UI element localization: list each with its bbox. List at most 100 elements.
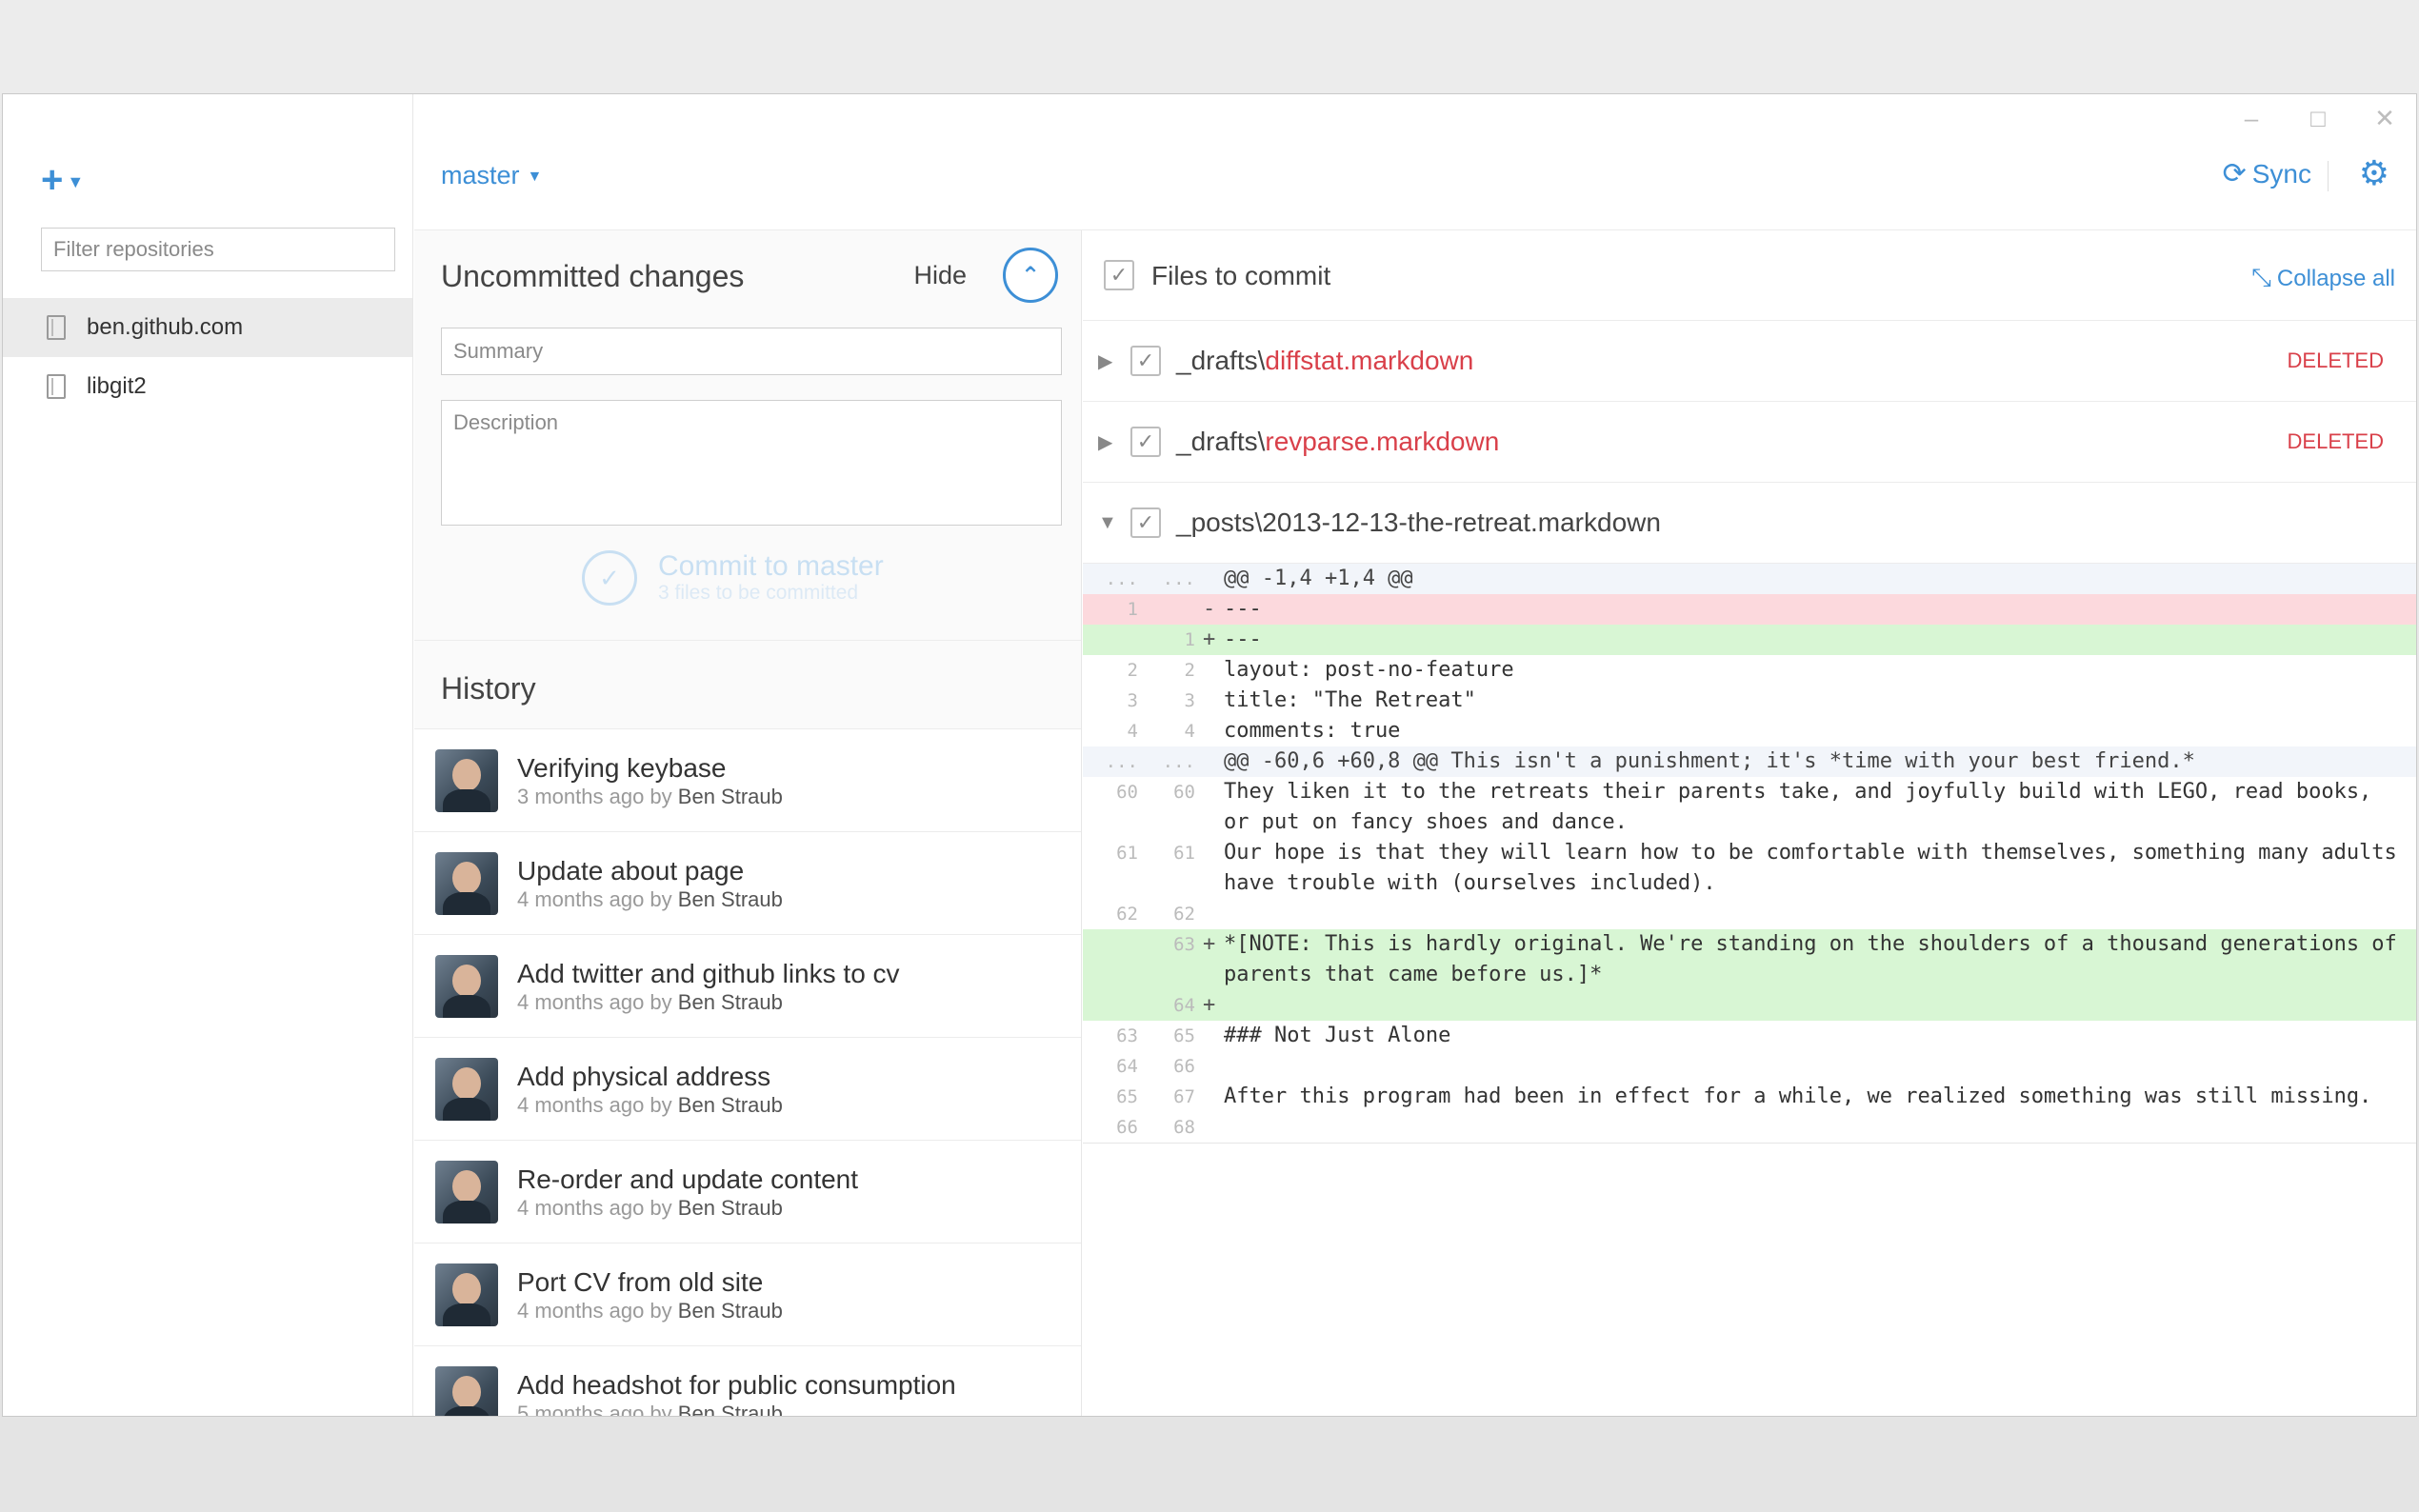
diff-marker: - [1203,597,1216,621]
diff-code: layout: post-no-feature [1224,658,1514,682]
history-text: Re-order and update content 4 months ago … [517,1164,858,1221]
commit-author: Ben Straub [677,1401,783,1417]
old-line-number [1083,929,1140,990]
branch-selector[interactable]: master ▼ [441,161,542,190]
new-line-number: ... [1162,568,1195,589]
old-line-number [1083,990,1140,1021]
checkmark-icon: ✓ [1136,348,1155,372]
hide-button-label[interactable]: Hide [913,261,967,290]
history-text: Add headshot for public consumption 5 mon… [517,1369,956,1417]
add-repository-button[interactable]: + ▼ [41,159,84,202]
file-row[interactable]: ▶ ✓ _drafts\revparse.markdown DELETED [1083,402,2416,483]
checkmark-icon: ✓ [1110,263,1129,287]
repository-item[interactable]: ben.github.com [3,298,412,357]
description-input[interactable] [441,400,1062,526]
old-line-number: 61 [1116,843,1138,864]
triangle-right-icon[interactable]: ▶ [1098,430,1119,454]
triangle-right-icon[interactable]: ▶ [1098,349,1119,373]
toolbar-divider [2328,161,2329,191]
new-line-number: 1 [1184,629,1195,650]
diff-code: After this program had been in effect fo… [1224,1084,2372,1108]
diff-code: title: "The Retreat" [1224,688,1476,712]
diff-line: 66 68 [1083,1112,2416,1143]
file-list: ▶ ✓ _drafts\diffstat.markdown DELETED ▶ ✓ _dra… [1083,321,2416,564]
commit-author: Ben Straub [677,1195,783,1220]
history-item[interactable]: Verifying keybase 3 months ago by Ben Str… [414,729,1081,832]
file-path: _posts\2013-12-13-the-retreat.markdown [1176,507,1661,538]
history-header: History [414,641,1081,729]
old-line-number: 64 [1116,1056,1138,1077]
old-line-number: ... [1105,751,1138,772]
plus-icon: + [41,159,64,201]
new-line-number: 2 [1184,660,1195,681]
settings-button[interactable]: ⚙ [2359,153,2389,193]
new-line-number: 64 [1173,995,1195,1016]
diff-line: 63 65 ### Not Just Alone [1083,1021,2416,1051]
filter-repositories-input[interactable] [41,228,395,271]
sync-button[interactable]: ⟳ Sync [2223,157,2311,190]
diff-code: *[NOTE: This is hardly original. We're s… [1224,932,2410,986]
file-dir: _drafts\ [1176,427,1266,456]
triangle-down-icon[interactable]: ▼ [1098,512,1119,534]
new-line-number: 3 [1184,690,1195,711]
history-item[interactable]: Add physical address 4 months ago by Ben … [414,1038,1081,1141]
history-text: Add physical address 4 months ago by Ben … [517,1061,783,1118]
commit-title: Add physical address [517,1061,771,1091]
new-line-number: 66 [1173,1056,1195,1077]
diff-marker [1203,716,1224,746]
diff-marker: + [1203,627,1216,651]
chevron-down-icon: ▼ [67,171,85,191]
commit-author: Ben Straub [677,1298,783,1323]
history-item[interactable]: Update about page 4 months ago by Ben Str… [414,832,1081,935]
sync-label: Sync [2251,159,2311,189]
file-checkbox[interactable]: ✓ [1130,346,1161,376]
file-row[interactable]: ▶ ✓ _drafts\diffstat.markdown DELETED [1083,321,2416,402]
history-item[interactable]: Re-order and update content 4 months ago … [414,1141,1081,1243]
history-item[interactable]: Port CV from old site 4 months ago by Ben… [414,1243,1081,1346]
old-line-number: 1 [1127,599,1138,620]
diff-line: 65 67 After this program had been in effec… [1083,1082,2416,1112]
avatar [435,1263,498,1326]
avatar [435,1160,498,1224]
commit-time: 4 months ago by [517,1195,672,1220]
files-column: ✓ Files to commit ⤡ Collapse all ▶ ✓ _draft… [1083,230,2416,1416]
repository-item[interactable]: libgit2 [3,357,412,416]
old-line-number: 4 [1127,721,1138,742]
summary-input[interactable] [441,328,1062,375]
diff-line: ...... @@ -60,6 +60,8 @@ This isn't a pun… [1083,746,2416,777]
file-dir: _posts\ [1176,507,1263,537]
commit-title: Verifying keybase [517,752,727,783]
commit-time: 4 months ago by [517,989,672,1014]
diff-marker [1203,1021,1224,1051]
hide-toggle-button[interactable]: ⌃ [1003,248,1058,303]
file-checkbox[interactable]: ✓ [1130,427,1161,457]
sidebar: +▼ ben.github.com libgit2 [3,94,413,1416]
history-item[interactable]: Add headshot for public consumption 5 mon… [414,1346,1081,1417]
select-all-checkbox[interactable]: ✓ [1104,260,1134,290]
old-line-number: 3 [1127,690,1138,711]
diff-code: comments: true [1224,719,1401,743]
repository-name: ben.github.com [87,314,244,340]
commit-button[interactable]: ✓ Commit to master 3 files to be committ… [582,550,884,606]
file-row[interactable]: ▼ ✓ _posts\2013-12-13-the-retreat.markdown [1083,483,2416,564]
diff-marker [1203,686,1224,716]
avatar [435,851,498,915]
file-dir: _drafts\ [1176,346,1266,375]
collapse-all-button[interactable]: ⤡ Collapse all [2251,263,2395,293]
new-line-number [1140,594,1203,625]
commit-meta: 4 months ago by Ben Straub [517,1093,783,1118]
file-checkbox[interactable]: ✓ [1130,507,1161,538]
app-window: – □ ✕ +▼ ben.github.comlibgit2 master▼ ⟳… [2,93,2417,1417]
commit-author: Ben Straub [677,886,783,911]
commit-author: Ben Straub [677,1092,783,1117]
old-line-number: 66 [1116,1117,1138,1138]
diff-line: 1 + --- [1083,625,2416,655]
avatar [435,748,498,812]
file-path: _drafts\revparse.markdown [1176,427,1499,457]
commit-time: 4 months ago by [517,886,672,911]
new-line-number: 60 [1173,782,1195,803]
collapse-icon: ⤡ [2251,263,2271,291]
commit-time: 4 months ago by [517,1298,672,1323]
avatar [435,954,498,1018]
history-item[interactable]: Add twitter and github links to cv 4 mont… [414,935,1081,1038]
